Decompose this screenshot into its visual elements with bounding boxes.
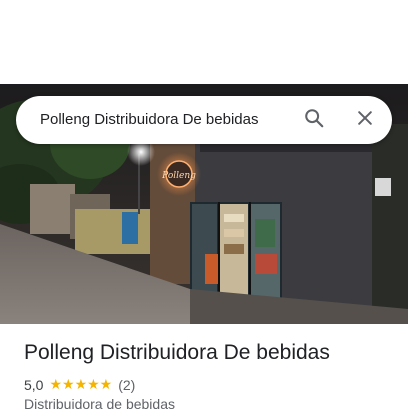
rating-row[interactable]: 5,0 ★★★★★ (2) [24,376,135,393]
clear-search-button[interactable] [349,104,381,136]
close-icon [355,108,375,133]
place-category[interactable]: Distribuidora de bebidas [24,396,175,412]
search-button[interactable] [298,104,330,136]
store-sign: Polleng [161,171,196,181]
star-rating-icon: ★★★★★ [49,376,113,392]
search-icon [303,107,325,134]
search-bar[interactable]: Polleng Distribuidora De bebidas [16,96,392,144]
rating-value: 5,0 [24,376,44,393]
search-input[interactable]: Polleng Distribuidora De bebidas [40,96,290,144]
review-count[interactable]: (2) [118,377,135,393]
place-title: Polleng Distribuidora De bebidas [24,341,330,364]
